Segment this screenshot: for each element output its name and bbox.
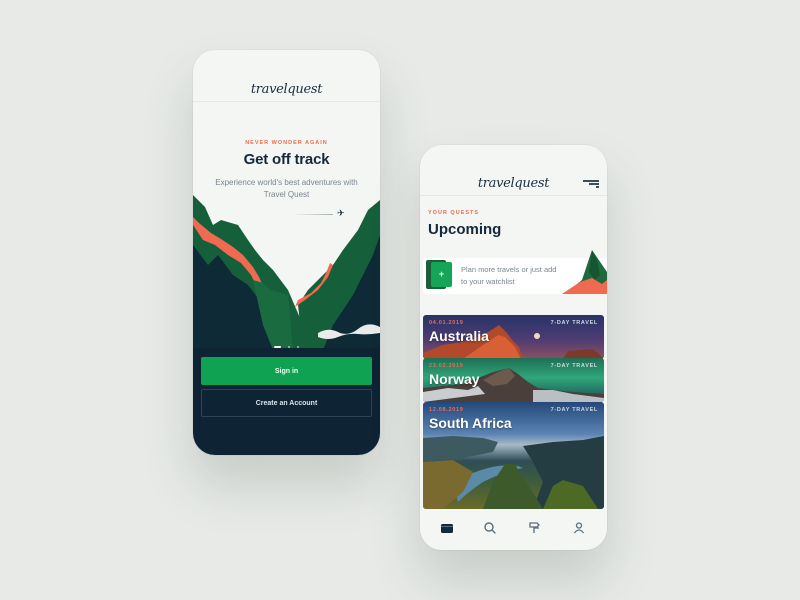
- quest-card-australia[interactable]: 04.01.2019 7-DAY TRAVEL Australia: [423, 315, 604, 359]
- quest-tag: 7-DAY TRAVEL: [550, 363, 598, 369]
- plan-travel-card[interactable]: + Plan more travels or just add to your …: [423, 250, 607, 294]
- quest-name: South Africa: [429, 415, 512, 431]
- menu-icon[interactable]: [583, 180, 599, 188]
- mountain-decoration: [562, 250, 607, 294]
- quest-tag: 7-DAY TRAVEL: [550, 407, 598, 413]
- carousel-dot-2[interactable]: [288, 345, 290, 348]
- quest-card-south-africa[interactable]: 12.08.2019 7-DAY TRAVEL South Africa: [423, 402, 604, 509]
- mountain-valley-illustration: [193, 195, 380, 350]
- add-folder-icon[interactable]: +: [426, 260, 452, 289]
- tab-wallet[interactable]: [439, 520, 455, 536]
- header-divider: [193, 101, 380, 102]
- tab-search[interactable]: [482, 520, 498, 536]
- quest-card-norway[interactable]: 23.02.2019 7-DAY TRAVEL Norway: [423, 358, 604, 402]
- quests-screen: travelquest YOUR QUESTS Upcoming + Plan …: [420, 145, 607, 550]
- airplane-icon: ✈: [337, 208, 345, 218]
- search-icon: [484, 522, 496, 534]
- eyebrow-label: YOUR QUESTS: [428, 210, 480, 216]
- quest-tag: 7-DAY TRAVEL: [550, 320, 598, 326]
- create-account-button[interactable]: Create an Account: [201, 389, 372, 417]
- signpost-icon: [529, 522, 540, 533]
- plan-card-text: Plan more travels or just add to your wa…: [461, 265, 557, 286]
- plane-trail: [293, 214, 333, 215]
- page-title: Get off track: [243, 151, 330, 168]
- subtitle: Experience world's best adventures with …: [215, 178, 358, 199]
- quest-date: 04.01.2019: [429, 320, 464, 326]
- user-icon: [573, 522, 585, 534]
- sign-in-button[interactable]: Sign in: [201, 357, 372, 385]
- wallet-icon: [441, 524, 453, 533]
- quest-date: 23.02.2019: [429, 363, 464, 369]
- tab-profile[interactable]: [571, 520, 587, 536]
- page-title: Upcoming: [428, 221, 502, 238]
- quest-name: Norway: [429, 371, 480, 387]
- tab-explore[interactable]: [527, 520, 543, 536]
- quest-date: 12.08.2019: [429, 407, 464, 413]
- travelquest-logo: travelquest: [250, 82, 323, 97]
- travelquest-logo: travelquest: [477, 176, 550, 191]
- quest-name: Australia: [429, 328, 489, 344]
- carousel-dot-1[interactable]: [273, 345, 281, 348]
- header-divider: [420, 195, 607, 196]
- add-button[interactable]: +: [431, 262, 452, 287]
- welcome-screen: travelquest NEVER WONDER AGAIN Get off t…: [193, 50, 380, 455]
- carousel-indicator[interactable]: [193, 338, 380, 348]
- eyebrow-label: NEVER WONDER AGAIN: [245, 140, 328, 146]
- bottom-tab-bar: [420, 509, 607, 550]
